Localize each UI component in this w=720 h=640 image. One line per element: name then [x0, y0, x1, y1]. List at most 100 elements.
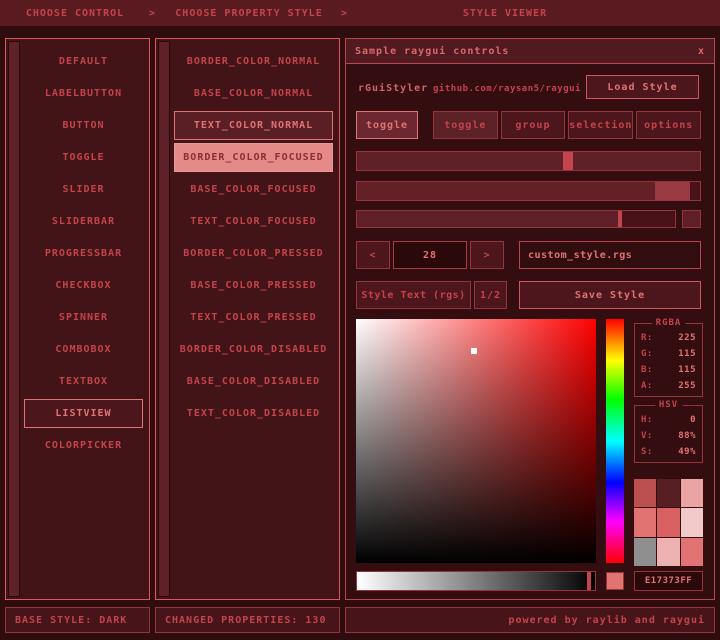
spinner-increase-button[interactable]: > [470, 241, 504, 269]
window-title: Sample raygui controls [355, 46, 509, 57]
property-item[interactable]: TEXT_COLOR_FOCUSED [174, 207, 333, 236]
status-changed-properties: CHANGED PROPERTIES: 130 [155, 607, 340, 633]
toggle-group-item[interactable]: options [636, 111, 701, 139]
topbar-section-choose-property: CHOOSE PROPERTY STYLE [160, 8, 338, 19]
chevron-separator-icon: > [149, 8, 156, 19]
control-item[interactable]: TEXTBOX [24, 367, 143, 396]
property-item[interactable]: BORDER_COLOR_PRESSED [174, 239, 333, 268]
property-item[interactable]: TEXT_COLOR_PRESSED [174, 303, 333, 332]
rgba-label: RGBA [652, 318, 686, 328]
chevron-separator-icon: > [341, 8, 348, 19]
toggle-group-item[interactable]: group [501, 111, 566, 139]
save-style-button[interactable]: Save Style [519, 281, 701, 309]
spinner-value-box[interactable]: 28 [393, 241, 467, 269]
alpha-handle[interactable] [587, 572, 591, 590]
palette-swatch[interactable] [657, 508, 679, 536]
control-item[interactable]: COLORPICKER [24, 431, 143, 460]
control-item[interactable]: DEFAULT [24, 47, 143, 76]
palette-swatch[interactable] [657, 538, 679, 566]
palette-swatch[interactable] [634, 538, 656, 566]
control-item[interactable]: LABELBUTTON [24, 79, 143, 108]
control-item[interactable]: BUTTON [24, 111, 143, 140]
hsv-groupbox: HSV H:0 V:88% S:49% [634, 405, 703, 463]
rgba-groupbox: RGBA R:225 G:115 B:115 A:255 [634, 323, 703, 397]
hsv-row: V:88% [635, 428, 702, 444]
toggle-group-item[interactable]: toggle [433, 111, 498, 139]
control-item[interactable]: TOGGLE [24, 143, 143, 172]
rgba-row: B:115 [635, 362, 702, 378]
slider-bar-fill [357, 182, 655, 200]
sample-window: Sample raygui controls x rGuiStyler gith… [345, 38, 715, 600]
hue-bar[interactable] [606, 319, 624, 563]
progress-handle[interactable] [618, 211, 622, 227]
property-item[interactable]: BASE_COLOR_DISABLED [174, 367, 333, 396]
topbar: CHOOSE CONTROL > CHOOSE PROPERTY STYLE >… [0, 0, 720, 26]
palette-swatch[interactable] [634, 508, 656, 536]
palette-swatch[interactable] [634, 479, 656, 507]
hsv-row: S:49% [635, 444, 702, 460]
topbar-section-style-viewer: STYLE VIEWER [350, 8, 660, 19]
control-item[interactable]: SLIDERBAR [24, 207, 143, 236]
current-color-swatch[interactable] [606, 572, 624, 590]
control-item[interactable]: COMBOBOX [24, 335, 143, 364]
property-item-selected[interactable]: BORDER_COLOR_FOCUSED [174, 143, 333, 172]
control-item[interactable]: SLIDER [24, 175, 143, 204]
properties-list: BORDER_COLOR_NORMAL BASE_COLOR_NORMAL TE… [174, 47, 333, 431]
property-item[interactable]: BASE_COLOR_PRESSED [174, 271, 333, 300]
status-powered-by: powered by raylib and raygui [345, 607, 715, 633]
rgba-row: A:255 [635, 378, 702, 394]
properties-list-panel: BORDER_COLOR_NORMAL BASE_COLOR_NORMAL TE… [155, 38, 340, 600]
hsv-label: HSV [655, 400, 682, 410]
scrollbar-thumb[interactable] [9, 42, 19, 596]
palette-swatch[interactable] [681, 508, 703, 536]
slider[interactable] [356, 151, 701, 171]
sample-window-titlebar: Sample raygui controls x [346, 39, 714, 64]
hex-value-box[interactable]: E17373FF [634, 571, 703, 591]
slider-bar-highlight [655, 182, 689, 200]
rgba-row: G:115 [635, 346, 702, 362]
color-cursor[interactable] [471, 348, 477, 354]
filename-textbox[interactable]: custom_style.rgs [519, 241, 701, 269]
rguistyler-app: CHOOSE CONTROL > CHOOSE PROPERTY STYLE >… [0, 0, 720, 640]
toggle-group-item[interactable]: selection [568, 111, 633, 139]
color-saturation-value-picker[interactable] [356, 319, 596, 563]
slider-fill [357, 152, 700, 170]
brand-label: rGuiStyler [358, 83, 428, 94]
control-item-selected[interactable]: LISTVIEW [24, 399, 143, 428]
control-item[interactable]: CHECKBOX [24, 271, 143, 300]
scrollbar-thumb[interactable] [159, 42, 169, 596]
property-item[interactable]: BORDER_COLOR_DISABLED [174, 335, 333, 364]
topbar-section-choose-control: CHOOSE CONTROL [0, 8, 150, 19]
slider-bar[interactable] [356, 181, 701, 201]
color-palette [634, 479, 703, 566]
value-box-small[interactable] [682, 210, 701, 228]
slider-handle[interactable] [563, 152, 573, 170]
controls-list: DEFAULT LABELBUTTON BUTTON TOGGLE SLIDER… [24, 47, 143, 463]
property-item[interactable]: BORDER_COLOR_NORMAL [174, 47, 333, 76]
progress-fill [357, 211, 618, 227]
properties-scrollbar[interactable] [158, 41, 170, 597]
control-item[interactable]: SPINNER [24, 303, 143, 332]
palette-swatch[interactable] [657, 479, 679, 507]
style-text-button[interactable]: Style Text (rgs) [356, 281, 471, 309]
repo-link[interactable]: github.com/raysan5/raygui [431, 84, 583, 94]
control-item[interactable]: PROGRESSBAR [24, 239, 143, 268]
toggle-button[interactable]: toggle [356, 111, 418, 139]
palette-swatch[interactable] [681, 479, 703, 507]
palette-swatch[interactable] [681, 538, 703, 566]
controls-list-panel: DEFAULT LABELBUTTON BUTTON TOGGLE SLIDER… [5, 38, 150, 600]
toggle-group: toggle group selection options [433, 111, 701, 139]
rgba-row: R:225 [635, 330, 702, 346]
property-item-focused[interactable]: TEXT_COLOR_NORMAL [174, 111, 333, 140]
property-item[interactable]: BASE_COLOR_NORMAL [174, 79, 333, 108]
controls-scrollbar[interactable] [8, 41, 20, 597]
status-base-style: BASE STYLE: DARK [5, 607, 150, 633]
close-icon[interactable]: x [698, 46, 705, 57]
alpha-bar[interactable] [356, 571, 596, 591]
spinner-decrease-button[interactable]: < [356, 241, 390, 269]
progress-bar[interactable] [356, 210, 676, 228]
page-indicator-button[interactable]: 1/2 [474, 281, 507, 309]
load-style-button[interactable]: Load Style [586, 75, 699, 99]
property-item[interactable]: BASE_COLOR_FOCUSED [174, 175, 333, 204]
property-item[interactable]: TEXT_COLOR_DISABLED [174, 399, 333, 428]
